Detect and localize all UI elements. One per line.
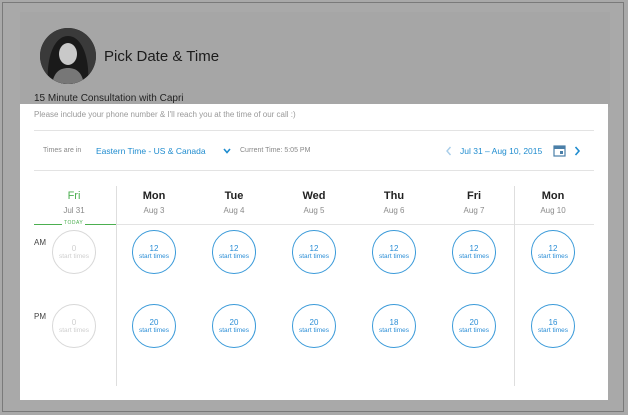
slot-unit: start times bbox=[538, 327, 568, 334]
slot-unit: start times bbox=[299, 327, 329, 334]
slot-unit: start times bbox=[379, 327, 409, 334]
day-name: Fri bbox=[67, 190, 81, 202]
day-name: Mon bbox=[541, 190, 565, 202]
am-slot-button[interactable]: 12 start times bbox=[292, 230, 336, 274]
slot-unit: start times bbox=[219, 327, 249, 334]
day-name: Mon bbox=[142, 190, 166, 202]
pm-slot-button[interactable]: 20 start times bbox=[212, 304, 256, 348]
consultation-title: 15 Minute Consultation with Capri bbox=[34, 93, 184, 104]
pm-slot-button[interactable]: 20 start times bbox=[132, 304, 176, 348]
chevron-right-icon[interactable] bbox=[572, 145, 582, 157]
am-slot-button: 0 start times bbox=[52, 230, 96, 274]
slot-count: 20 bbox=[149, 318, 159, 327]
today-label: TODAY bbox=[62, 220, 86, 226]
pm-slot-button[interactable]: 16 start times bbox=[531, 304, 575, 348]
timezone-select[interactable]: Eastern Time - US & Canada bbox=[96, 146, 206, 156]
calendar-icon[interactable] bbox=[553, 144, 566, 157]
day-date: Aug 7 bbox=[463, 206, 485, 215]
slot-unit: start times bbox=[59, 253, 89, 260]
day-header: Tue Aug 4 bbox=[194, 190, 274, 215]
day-header: Fri Aug 7 bbox=[434, 190, 514, 215]
slot-count: 20 bbox=[309, 318, 319, 327]
slot-count: 16 bbox=[548, 318, 558, 327]
slot-unit: start times bbox=[379, 253, 409, 260]
slot-count: 12 bbox=[309, 244, 319, 253]
slot-unit: start times bbox=[219, 253, 249, 260]
day-name: Wed bbox=[302, 190, 326, 202]
am-label: AM bbox=[34, 238, 46, 247]
day-date: Aug 5 bbox=[303, 206, 325, 215]
timezone-label: Times are in bbox=[43, 147, 82, 154]
slot-unit: start times bbox=[139, 327, 169, 334]
day-header: Mon Aug 10 bbox=[513, 190, 593, 215]
slot-count: 20 bbox=[469, 318, 479, 327]
am-slot-button[interactable]: 12 start times bbox=[132, 230, 176, 274]
avatar bbox=[40, 28, 96, 84]
day-date: Aug 3 bbox=[143, 206, 165, 215]
header-divider bbox=[116, 224, 594, 225]
chevron-down-icon[interactable] bbox=[222, 146, 232, 156]
slot-unit: start times bbox=[59, 327, 89, 334]
pm-slot-button: 0 start times bbox=[52, 304, 96, 348]
pm-slot-button[interactable]: 20 start times bbox=[292, 304, 336, 348]
pm-slot-button[interactable]: 20 start times bbox=[452, 304, 496, 348]
slot-count: 12 bbox=[149, 244, 159, 253]
day-header: Thu Aug 6 bbox=[354, 190, 434, 215]
slot-count: 0 bbox=[71, 244, 77, 253]
column-divider bbox=[116, 186, 117, 386]
am-slot-button[interactable]: 12 start times bbox=[452, 230, 496, 274]
pm-label: PM bbox=[34, 312, 46, 321]
slot-count: 20 bbox=[229, 318, 239, 327]
slot-count: 0 bbox=[71, 318, 77, 327]
date-range: Jul 31 – Aug 10, 2015 bbox=[460, 146, 543, 156]
slot-unit: start times bbox=[459, 327, 489, 334]
slot-count: 12 bbox=[469, 244, 479, 253]
current-time: Current Time: 5:05 PM bbox=[240, 147, 311, 154]
day-date: Aug 4 bbox=[223, 206, 245, 215]
day-header: Wed Aug 5 bbox=[274, 190, 354, 215]
pm-slot-button[interactable]: 18 start times bbox=[372, 304, 416, 348]
day-date: Jul 31 bbox=[63, 206, 85, 215]
divider bbox=[34, 130, 594, 131]
slot-unit: start times bbox=[299, 253, 329, 260]
slot-unit: start times bbox=[538, 253, 568, 260]
slot-count: 12 bbox=[229, 244, 239, 253]
am-slot-button[interactable]: 12 start times bbox=[372, 230, 416, 274]
day-name: Fri bbox=[466, 190, 482, 202]
slot-count: 12 bbox=[548, 244, 558, 253]
day-date: Aug 6 bbox=[383, 206, 405, 215]
booking-note: Please include your phone number & I'll … bbox=[34, 110, 296, 119]
slot-count: 12 bbox=[389, 244, 399, 253]
day-date: Aug 10 bbox=[540, 206, 566, 215]
am-slot-button[interactable]: 12 start times bbox=[531, 230, 575, 274]
slot-unit: start times bbox=[459, 253, 489, 260]
slot-unit: start times bbox=[139, 253, 169, 260]
day-name: Thu bbox=[383, 190, 405, 202]
chevron-left-icon[interactable] bbox=[444, 145, 454, 157]
page-title: Pick Date & Time bbox=[104, 48, 220, 65]
divider bbox=[34, 170, 594, 171]
slot-count: 18 bbox=[389, 318, 399, 327]
day-header: Fri Jul 31 bbox=[34, 190, 114, 215]
am-slot-button[interactable]: 12 start times bbox=[212, 230, 256, 274]
day-header: Mon Aug 3 bbox=[114, 190, 194, 215]
day-name: Tue bbox=[224, 190, 244, 202]
week-divider bbox=[514, 186, 515, 386]
